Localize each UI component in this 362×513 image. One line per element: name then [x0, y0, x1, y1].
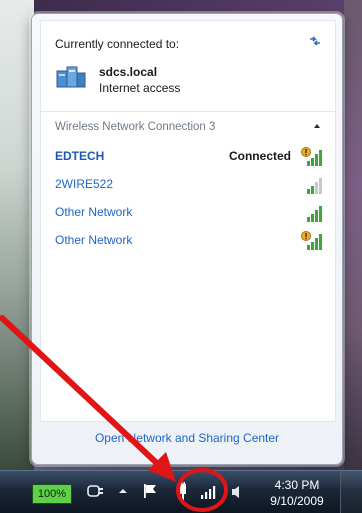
show-desktop-button[interactable]	[340, 471, 362, 513]
clock-date[interactable]: 9/10/2009	[262, 494, 332, 508]
secured-signal-icon	[301, 231, 322, 250]
network-computer-icon	[56, 66, 86, 88]
network-sharing-center-link[interactable]: Open Network and Sharing Center	[32, 431, 342, 445]
taskbar: 100% 4:30 PM 9/10/2009	[0, 470, 362, 513]
signal-icon	[307, 206, 322, 222]
network-name: Other Network	[55, 205, 133, 219]
wifi-signal-icon[interactable]	[198, 483, 218, 501]
network-row-other-1[interactable]: Other Network	[41, 198, 335, 226]
current-network-name: sdcs.local	[99, 65, 158, 79]
signal-icon	[307, 178, 322, 194]
chevron-up-icon[interactable]	[313, 122, 321, 130]
battery-indicator[interactable]: 100%	[32, 484, 72, 504]
network-name: 2WIRE522	[55, 177, 114, 191]
network-row-edtech[interactable]: EDTECH Connected	[41, 142, 335, 170]
network-row-other-2[interactable]: Other Network	[41, 226, 335, 254]
refresh-icon[interactable]	[307, 33, 323, 49]
connected-to-label: Currently connected to:	[55, 37, 180, 51]
desktop-wallpaper-right	[344, 0, 362, 470]
show-hidden-icons-chevron-icon[interactable]	[118, 486, 128, 496]
clock-time[interactable]: 4:30 PM	[268, 478, 326, 492]
power-plug-icon[interactable]	[86, 482, 104, 500]
section-title: Wireless Network Connection 3	[55, 121, 216, 133]
network-name: Other Network	[55, 233, 133, 247]
secured-signal-icon	[301, 147, 322, 166]
network-name: EDTECH	[55, 149, 105, 163]
action-center-flag-icon[interactable]	[142, 482, 158, 500]
current-network-status: Internet access	[99, 81, 181, 95]
flyout-panel: Currently connected to: sdcs.local Inter…	[40, 20, 336, 422]
network-row-2wire522[interactable]: 2WIRE522	[41, 170, 335, 198]
desktop-wallpaper-left	[0, 0, 34, 470]
volume-icon[interactable]	[230, 484, 244, 500]
network-state: Connected	[228, 149, 291, 163]
network-plug-icon[interactable]	[176, 482, 190, 502]
wireless-section-header[interactable]: Wireless Network Connection 3	[41, 112, 335, 140]
network-flyout: Currently connected to: sdcs.local Inter…	[32, 14, 342, 464]
